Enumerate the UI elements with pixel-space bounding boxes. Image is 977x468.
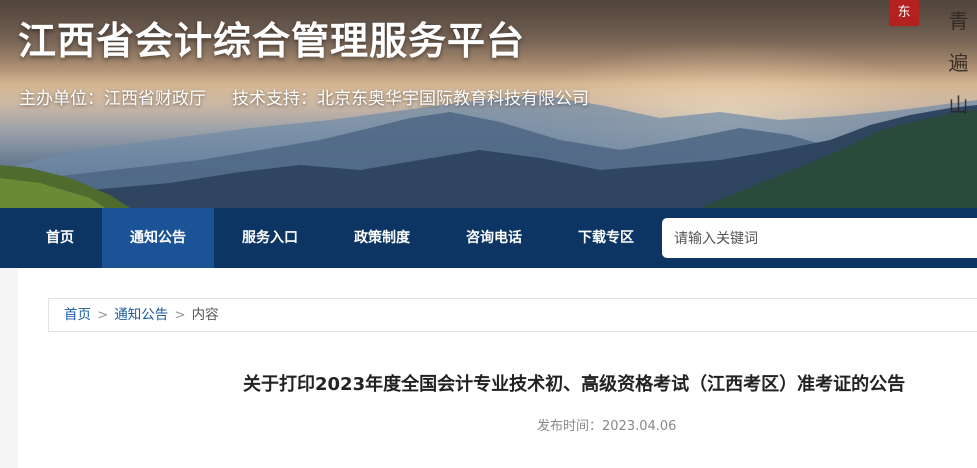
nav-item-hotline[interactable]: 咨询电话 bbox=[438, 208, 550, 268]
breadcrumb: 首页 > 通知公告 > 内容 bbox=[48, 298, 977, 332]
breadcrumb-separator: > bbox=[174, 307, 186, 323]
nav-item-home[interactable]: 首页 bbox=[18, 208, 102, 268]
breadcrumb-current: 内容 bbox=[191, 307, 219, 323]
search-box bbox=[662, 218, 977, 260]
site-title: 江西省会计综合管理服务平台 bbox=[18, 19, 526, 63]
breadcrumb-notices-link[interactable]: 通知公告 bbox=[114, 307, 168, 323]
article-title: 关于打印2023年度全国会计专业技术初、高级资格考试（江西考区）准考证的公告 bbox=[243, 374, 906, 395]
red-seal-stamp: 东 bbox=[889, 0, 919, 26]
breadcrumb-separator: > bbox=[97, 307, 109, 323]
nav-item-notices[interactable]: 通知公告 bbox=[102, 208, 214, 268]
tech-support-label: 技术支持：北京东奥华宇国际教育科技有限公司 bbox=[232, 89, 589, 109]
publish-meta: 发布时间：2023.04.06 bbox=[537, 415, 676, 434]
sponsor-label: 主办单位：江西省财政厅 bbox=[19, 89, 206, 109]
sponsor-info: 主办单位：江西省财政厅 技术支持：北京东奥华宇国际教育科技有限公司 bbox=[19, 84, 589, 109]
header-banner: 江西省会计综合管理服务平台 主办单位：江西省财政厅 技术支持：北京东奥华宇国际教育… bbox=[0, 0, 977, 208]
breadcrumb-home-link[interactable]: 首页 bbox=[64, 307, 91, 323]
nav-item-service-entry[interactable]: 服务入口 bbox=[214, 208, 326, 268]
publish-date: 2023.04.06 bbox=[602, 419, 677, 434]
nav-item-downloads[interactable]: 下载专区 bbox=[550, 208, 662, 268]
publish-label: 发布时间： bbox=[537, 419, 603, 434]
nav-item-policy[interactable]: 政策制度 bbox=[326, 208, 438, 268]
search-input[interactable] bbox=[672, 218, 976, 260]
calligraphy-decoration: 青遍山 bbox=[948, 9, 969, 117]
